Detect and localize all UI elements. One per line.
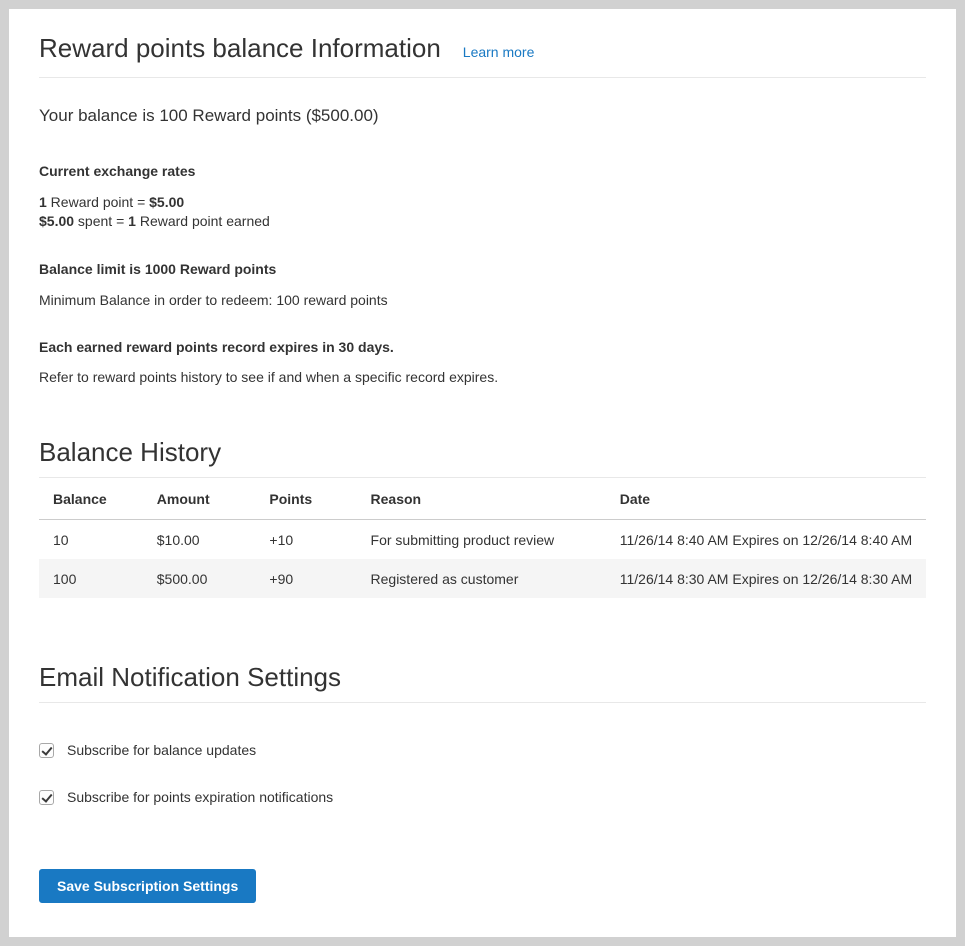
expiration-notifications-label[interactable]: Subscribe for points expiration notifica…	[67, 789, 333, 805]
balance-limit-heading: Balance limit is 1000 Reward points	[39, 261, 926, 277]
save-subscription-settings-button[interactable]: Save Subscription Settings	[39, 869, 256, 903]
cell-date: 11/26/14 8:40 AM Expires on 12/26/14 8:4…	[606, 520, 926, 560]
column-header-date: Date	[606, 478, 926, 520]
balance-updates-label[interactable]: Subscribe for balance updates	[67, 742, 256, 758]
table-row: 10 $10.00 +10 For submitting product rev…	[39, 520, 926, 560]
cell-points: +10	[255, 520, 356, 560]
expiry-note: Refer to reward points history to see if…	[39, 369, 926, 385]
min-balance-note: Minimum Balance in order to redeem: 100 …	[39, 292, 926, 308]
cell-amount: $10.00	[143, 520, 256, 560]
column-header-reason: Reason	[357, 478, 606, 520]
balance-updates-checkbox[interactable]	[39, 743, 54, 758]
exchange-rates-heading: Current exchange rates	[39, 163, 926, 179]
subscribe-balance-updates-row[interactable]: Subscribe for balance updates	[39, 742, 926, 758]
cell-balance: 100	[39, 559, 143, 598]
expiration-notifications-checkbox[interactable]	[39, 790, 54, 805]
cell-balance: 10	[39, 520, 143, 560]
page-header: Reward points balance Information Learn …	[39, 33, 926, 78]
balance-history-table: Balance Amount Points Reason Date 10 $10…	[39, 478, 926, 598]
page-title: Reward points balance Information	[39, 33, 441, 64]
expiry-heading: Each earned reward points record expires…	[39, 339, 926, 355]
learn-more-link[interactable]: Learn more	[463, 44, 535, 60]
cell-date: 11/26/14 8:30 AM Expires on 12/26/14 8:3…	[606, 559, 926, 598]
table-header-row: Balance Amount Points Reason Date	[39, 478, 926, 520]
table-row: 100 $500.00 +90 Registered as customer 1…	[39, 559, 926, 598]
column-header-amount: Amount	[143, 478, 256, 520]
cell-reason: For submitting product review	[357, 520, 606, 560]
balance-history-title: Balance History	[39, 437, 926, 468]
column-header-points: Points	[255, 478, 356, 520]
balance-summary: Your balance is 100 Reward points ($500.…	[39, 106, 926, 126]
email-settings-title: Email Notification Settings	[39, 662, 926, 693]
exchange-rates: 1 Reward point = $5.00 $5.00 spent = 1 R…	[39, 193, 926, 231]
rate-currency-to-points: $5.00 spent = 1 Reward point earned	[39, 212, 926, 231]
rate-points-to-currency: 1 Reward point = $5.00	[39, 193, 926, 212]
cell-amount: $500.00	[143, 559, 256, 598]
cell-points: +90	[255, 559, 356, 598]
cell-reason: Registered as customer	[357, 559, 606, 598]
reward-points-card: Reward points balance Information Learn …	[9, 9, 956, 937]
subscribe-expiration-notifications-row[interactable]: Subscribe for points expiration notifica…	[39, 789, 926, 805]
column-header-balance: Balance	[39, 478, 143, 520]
email-settings-divider	[39, 702, 926, 703]
